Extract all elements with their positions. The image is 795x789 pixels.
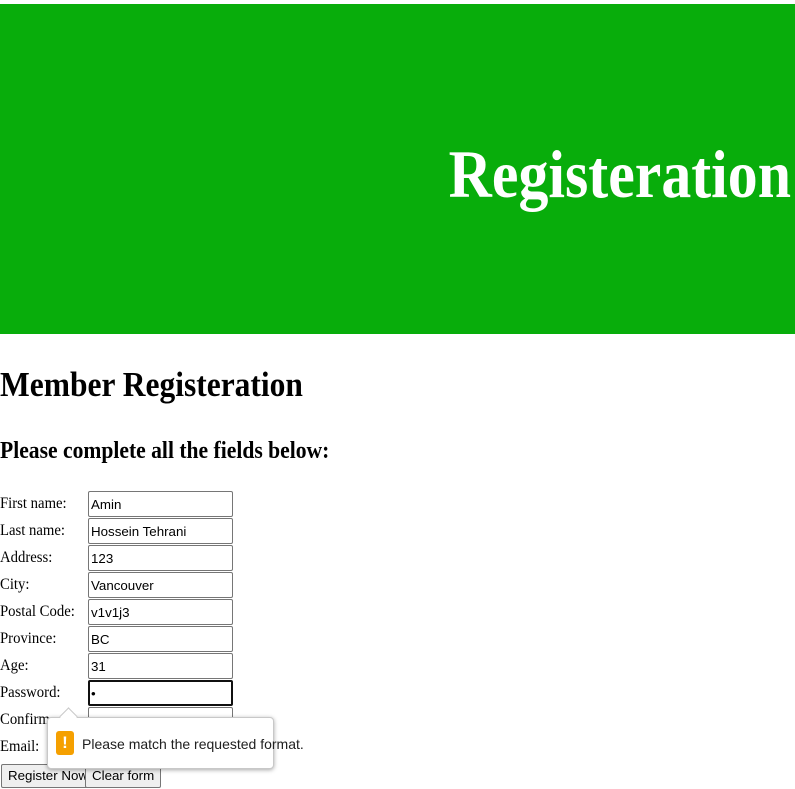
province-label: Province: <box>0 630 57 647</box>
page-title: Member Registeration <box>0 365 303 404</box>
last-name-input[interactable] <box>88 518 233 544</box>
postal-code-label: Postal Code: <box>0 603 75 620</box>
postal-code-row: Postal Code: <box>0 599 240 626</box>
city-label: City: <box>0 576 30 593</box>
age-input[interactable] <box>88 653 233 679</box>
password-input[interactable] <box>88 680 233 706</box>
password-label: Password: <box>0 684 61 701</box>
form-instructions: Please complete all the fields below: <box>0 438 330 464</box>
banner-title: Registeration <box>448 136 791 212</box>
province-input[interactable] <box>88 626 233 652</box>
first-name-input[interactable] <box>88 491 233 517</box>
city-row: City: <box>0 572 240 599</box>
password-row: Password: <box>0 680 240 707</box>
province-row: Province: <box>0 626 240 653</box>
first-name-label: First name: <box>0 495 67 512</box>
last-name-label: Last name: <box>0 522 65 539</box>
warning-icon: ! <box>56 731 74 755</box>
address-input[interactable] <box>88 545 233 571</box>
age-row: Age: <box>0 653 240 680</box>
validation-tooltip: ! Please match the requested format. <box>47 707 304 769</box>
email-label: Email: <box>0 738 40 755</box>
validation-message: Please match the requested format. <box>82 736 304 752</box>
first-name-row: First name: <box>0 491 240 518</box>
confirm-password-label: Confirm <box>0 711 50 728</box>
city-input[interactable] <box>88 572 233 598</box>
address-label: Address: <box>0 549 53 566</box>
header-banner: Registeration <box>0 4 795 334</box>
age-label: Age: <box>0 657 29 674</box>
postal-code-input[interactable] <box>88 599 233 625</box>
last-name-row: Last name: <box>0 518 240 545</box>
address-row: Address: <box>0 545 240 572</box>
